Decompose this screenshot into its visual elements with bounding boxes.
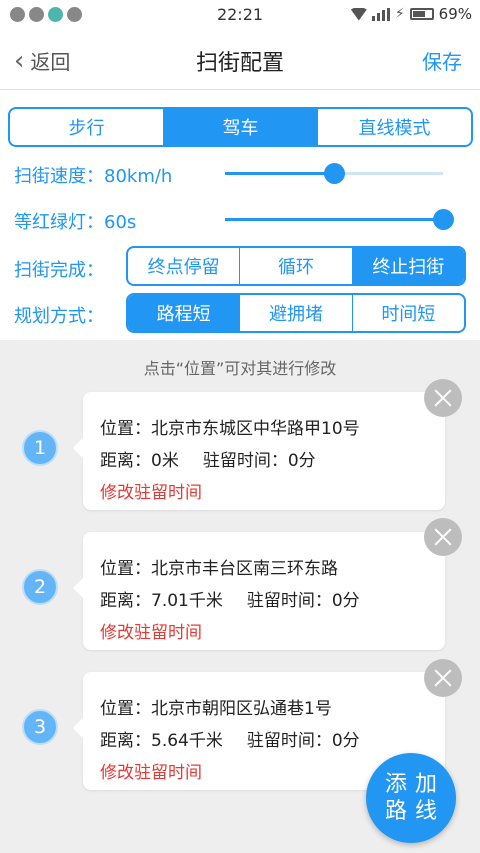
stop-card: 位置：北京市东城区中华路甲10号 距离：0米 驻留时间：0分 修改驻留时间 <box>73 392 445 510</box>
finish-stay-option[interactable]: 终点停留 <box>128 248 239 284</box>
signal-icon <box>371 7 390 21</box>
stop-stay-time: 驻留时间：0分 <box>246 591 360 611</box>
stop-info: 距离：5.64千米 驻留时间：0分 <box>100 726 360 751</box>
speed-slider-knob[interactable] <box>324 163 345 184</box>
stop-card: 位置：北京市丰台区南三环东路 距离：7.01千米 驻留时间：0分 修改驻留时间 <box>73 532 445 650</box>
charging-icon: ⚡ <box>394 6 405 22</box>
edit-stay-time-link[interactable]: 修改驻留时间 <box>100 478 202 503</box>
light-label: 等红绿灯：60s <box>14 212 137 233</box>
stop-distance: 距离：0米 <box>100 451 179 471</box>
status-indicators: ⚡ 69% <box>350 5 472 23</box>
finish-label: 扫街完成： <box>14 260 104 281</box>
add-route-label-line1: 添加 <box>384 771 445 797</box>
edit-hint: 点击“位置”可对其进行修改 <box>143 359 337 378</box>
finish-loop-option[interactable]: 循环 <box>239 248 351 284</box>
finish-stop-option[interactable]: 终止扫街 <box>351 248 464 284</box>
delete-stop-close-icon[interactable] <box>424 518 462 556</box>
stop-number-badge: 2 <box>22 569 58 605</box>
plan-shortest-option[interactable]: 路程短 <box>128 295 240 331</box>
plan-label: 规划方式： <box>14 306 104 327</box>
mode-straight-option[interactable]: 直线模式 <box>317 109 471 145</box>
speed-label: 扫街速度：80km/h <box>14 166 173 187</box>
add-route-label-line2: 路线 <box>384 799 445 824</box>
mode-segmented-control: 步行 驾车 直线模式 <box>8 107 473 147</box>
add-route-button[interactable]: 添加 路线 <box>366 753 456 843</box>
stop-number-badge: 1 <box>22 430 58 466</box>
save-button[interactable]: 保存 <box>422 46 462 75</box>
stop-distance: 距离：7.01千米 <box>100 591 223 611</box>
nav-bar: ‹ 返回 扫街配置 保存 <box>0 30 480 90</box>
finish-segmented-control: 终点停留 循环 终止扫街 <box>126 246 466 286</box>
stop-distance: 距离：5.64千米 <box>100 731 223 751</box>
stop-info: 距离：7.01千米 驻留时间：0分 <box>100 586 360 611</box>
page-title: 扫街配置 <box>195 51 284 76</box>
light-slider-knob[interactable] <box>433 209 454 230</box>
speed-slider[interactable] <box>225 163 443 184</box>
mode-walk-option[interactable]: 步行 <box>10 109 163 145</box>
stop-stay-time: 驻留时间：0分 <box>202 451 316 471</box>
stop-stay-time: 驻留时间：0分 <box>246 731 360 751</box>
battery-icon <box>409 8 434 20</box>
edit-stay-time-link[interactable]: 修改驻留时间 <box>100 618 202 643</box>
stop-number-badge: 3 <box>22 709 58 745</box>
edit-stay-time-link[interactable]: 修改驻留时间 <box>100 758 202 783</box>
delete-stop-close-icon[interactable] <box>424 379 462 417</box>
delete-stop-close-icon[interactable] <box>424 659 462 697</box>
mode-drive-option[interactable]: 驾车 <box>163 109 317 145</box>
stop-info: 距离：0米 驻留时间：0分 <box>100 446 316 471</box>
light-slider-fill <box>225 218 443 221</box>
speed-slider-fill <box>225 172 334 175</box>
plan-avoid-jam-option[interactable]: 避拥堵 <box>239 295 351 331</box>
wifi-icon <box>350 7 367 21</box>
plan-segmented-control: 路程短 避拥堵 时间短 <box>126 293 466 333</box>
plan-fastest-option[interactable]: 时间短 <box>351 295 464 331</box>
light-slider[interactable] <box>225 209 454 230</box>
stop-location[interactable]: 位置：北京市朝阳区弘通巷1号 <box>100 694 332 719</box>
battery-percent: 69% <box>438 5 472 23</box>
status-bar: 22:21 ⚡ 69% <box>0 0 480 30</box>
stop-location[interactable]: 位置：北京市丰台区南三环东路 <box>100 554 338 579</box>
stop-location[interactable]: 位置：北京市东城区中华路甲10号 <box>100 414 360 439</box>
